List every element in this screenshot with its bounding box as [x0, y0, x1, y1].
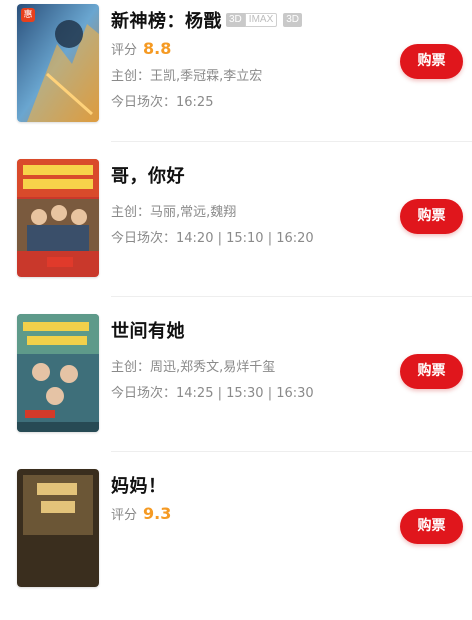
format-tag-imax: IMAX: [244, 13, 278, 27]
buy-ticket-button[interactable]: 购票: [400, 44, 463, 79]
divider: [111, 296, 472, 297]
movie-cast: 主创：马丽,常远,魏翔: [111, 205, 237, 220]
movie-item[interactable]: 世间有她 主创：周迅,郑秀文,易烊千玺 今日场次：14:25 | 15:30 |…: [0, 310, 472, 465]
movie-poster[interactable]: [17, 314, 99, 432]
movie-title: 新神榜：杨戬: [111, 11, 222, 32]
divider: [111, 451, 472, 452]
divider: [111, 141, 472, 142]
movie-showtimes: 今日场次：16:25: [111, 95, 214, 110]
buy-ticket-button[interactable]: 购票: [400, 199, 463, 234]
rating-score: 9.3: [143, 504, 172, 523]
buy-ticket-button[interactable]: 购票: [400, 354, 463, 389]
format-tag-3d: 3D: [226, 13, 245, 27]
movie-showtimes: 今日场次：14:25 | 15:30 | 16:30: [111, 386, 314, 401]
promo-badge: 惠: [21, 8, 35, 22]
rating-label: 评分: [111, 508, 138, 523]
movie-list: 惠 新神榜：杨戬 3D IMAX 3D 评分 8.8 主创：王凯,季冠霖,李立宏 …: [0, 0, 472, 587]
movie-title: 妈妈！: [111, 476, 167, 497]
format-tag-3d: 3D: [283, 13, 303, 27]
movie-item[interactable]: 惠 新神榜：杨戬 3D IMAX 3D 评分 8.8 主创：王凯,季冠霖,李立宏 …: [0, 0, 472, 155]
movie-cast: 主创：王凯,季冠霖,李立宏: [111, 69, 263, 84]
buy-ticket-button[interactable]: 购票: [400, 509, 463, 544]
movie-poster[interactable]: [17, 469, 99, 587]
movie-item[interactable]: 哥，你好 主创：马丽,常远,魏翔 今日场次：14:20 | 15:10 | 16…: [0, 155, 472, 310]
rating-label: 评分: [111, 43, 138, 58]
movie-title: 世间有她: [111, 321, 185, 342]
movie-cast: 主创：周迅,郑秀文,易烊千玺: [111, 360, 276, 375]
movie-showtimes: 今日场次：14:20 | 15:10 | 16:20: [111, 231, 314, 246]
movie-title: 哥，你好: [111, 166, 185, 187]
movie-poster[interactable]: [17, 159, 99, 277]
movie-rating: 评分 9.3: [111, 504, 382, 523]
movie-item[interactable]: 妈妈！ 评分 9.3 购票: [0, 465, 472, 620]
rating-score: 8.8: [143, 39, 172, 58]
movie-rating: 评分 8.8: [111, 39, 382, 58]
movie-poster[interactable]: 惠: [17, 4, 99, 122]
